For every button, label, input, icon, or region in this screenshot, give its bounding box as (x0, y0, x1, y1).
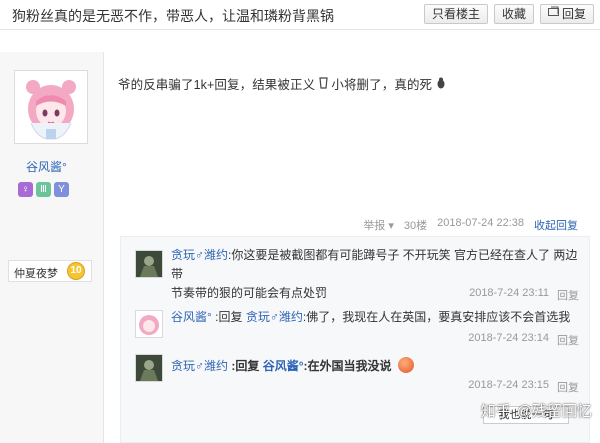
comment-reply-prefix: :回复 (231, 359, 260, 373)
comment-avatar[interactable] (135, 354, 163, 382)
post-text-part1: 爷的反串骗了1k+回复，结果被正义 (118, 78, 316, 92)
comment-avatar[interactable] (135, 250, 163, 278)
comment-reply-prefix: :回复 (215, 310, 243, 324)
reply-button[interactable]: 回复 (539, 4, 594, 24)
comment-body-cont: 节奏带的狠的可能会有点处罚 (171, 286, 328, 300)
only-op-button[interactable]: 只看楼主 (423, 4, 488, 24)
warrior-avatar-icon (136, 251, 162, 277)
comment-body: :佛了，我现在人在英国，要真安排应该不会首选我 (302, 310, 571, 324)
collect-button[interactable]: 收藏 (493, 4, 534, 24)
author-avatar[interactable] (14, 70, 88, 144)
comment-reply-link[interactable]: 回复 (557, 332, 579, 348)
bug-emoji-icon (436, 77, 446, 92)
warrior-avatar-icon (136, 355, 162, 381)
comment-time: 2018-7-24 23:14 (468, 332, 549, 344)
comment-user[interactable]: 贪玩♂潍约 (171, 359, 228, 373)
level-badge: 10 (67, 262, 85, 280)
watermark: 知乎 @残留回忆 (481, 400, 592, 421)
author-name[interactable]: 谷风酱° (26, 158, 67, 175)
comment-meta: 2018-7-24 23:15 回复 (468, 379, 579, 395)
thread-title: 狗粉丝真的是无恶不作，带恶人，让温和璘粉背黑锅 (12, 8, 334, 24)
comment-meta: 2018-7-24 23:11 回复 (469, 287, 579, 303)
forum-name: 仲夏夜梦 (14, 268, 58, 280)
comment-reply-link[interactable]: 回复 (557, 287, 579, 303)
comment-reply-target[interactable]: 谷风酱° (263, 359, 304, 373)
comment-text: 谷风酱° :回复 贪玩♂潍约:佛了，我现在人在英国，要真安排应该不会首选我 (171, 308, 581, 327)
comment-avatar[interactable] (135, 310, 163, 338)
comment-body: :在外国当我没说 (303, 359, 392, 373)
floor-number: 30楼 (403, 220, 428, 232)
level-badge-icon[interactable]: Ⅲ (36, 182, 51, 197)
comment-user[interactable]: 谷风酱° (171, 310, 212, 324)
comment-text: 贪玩♂潍约 :回复 谷风酱°:在外国当我没说 (171, 357, 581, 376)
thread-header: 狗粉丝真的是无恶不作，带恶人，让温和璘粉背黑锅 只看楼主 收藏 回复 (0, 0, 600, 30)
comment-reply-link[interactable]: 回复 (557, 379, 579, 395)
sad-face-emoji-icon (397, 357, 414, 373)
zhihu-logo: 知乎 (480, 403, 511, 420)
author-panel: 谷风酱° ♀ Ⅲ Y 仲夏夜梦 10 (0, 52, 104, 443)
reply-button-label: 回复 (561, 7, 586, 21)
cup-emoji-icon (319, 77, 332, 92)
member-badge-icon[interactable]: Y (54, 182, 69, 197)
comment-body: :你这要是被截图都有可能蹲号子 不开玩笑 官方已经在查人了 两边带 (171, 248, 578, 281)
comment-time: 2018-7-24 23:15 (468, 379, 549, 391)
watermark-author: @残留回忆 (516, 403, 592, 420)
comment-reply-target[interactable]: 贪玩♂潍约 (246, 310, 303, 324)
anime-girl-avatar-icon (17, 73, 85, 141)
gender-badge-icon[interactable]: ♀ (18, 182, 33, 197)
post-time: 2018-07-24 22:38 (437, 217, 524, 229)
reply-icon (547, 5, 559, 23)
report-link[interactable]: 举报 ▾ (363, 217, 394, 233)
post-content: 爷的反串骗了1k+回复，结果被正义 小将删了，真的死 (118, 74, 446, 93)
comment-meta: 2018-7-24 23:14 回复 (468, 332, 579, 348)
post-tail: 举报 ▾ 30楼 2018-07-24 22:38 收起回复 (363, 217, 578, 233)
post-text-part2: 小将删了，真的死 (331, 78, 433, 92)
anime-girl-avatar-icon (136, 311, 162, 337)
author-badges: ♀ Ⅲ Y (18, 182, 69, 197)
comment-time: 2018-7-24 23:11 (469, 287, 549, 299)
thread-toolbar: 只看楼主 收藏 回复 (423, 4, 594, 24)
comment-user[interactable]: 贪玩♂潍约 (171, 248, 228, 262)
collapse-replies-link[interactable]: 收起回复 (534, 217, 578, 233)
forum-level-row[interactable]: 仲夏夜梦 10 (8, 260, 92, 282)
